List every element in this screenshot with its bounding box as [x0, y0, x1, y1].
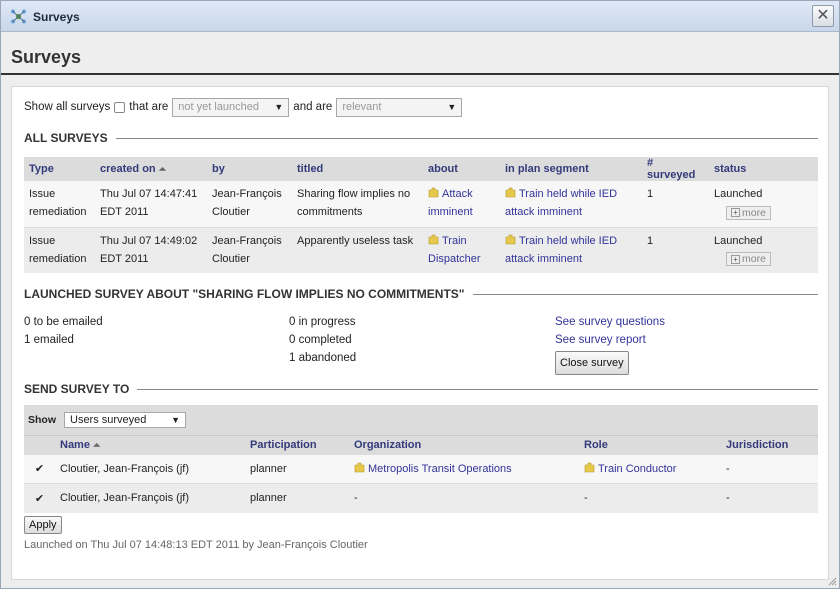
expand-icon: + — [731, 208, 740, 217]
about-link[interactable]: Train Dispatcher — [428, 234, 481, 265]
title-divider — [1, 73, 839, 75]
close-survey-button[interactable]: Close survey — [555, 351, 629, 375]
selected-checkbox[interactable]: ✔ — [35, 463, 44, 475]
show-all-checkbox[interactable] — [114, 101, 126, 113]
dropdown-arrow-icon: ▼ — [447, 102, 457, 112]
surveys-panel: Show all surveys that are not yet launch… — [11, 86, 829, 580]
all-surveys-table: Type created on ⏶ by titled about in pla… — [24, 157, 818, 273]
col-name[interactable]: Name ⏶ — [55, 435, 245, 455]
col-about[interactable]: about — [423, 157, 500, 181]
recipients-table: Name ⏶ Participation Organization Role J… — [24, 435, 818, 513]
plan-segment-link[interactable]: Train held while IED attack imminent — [505, 187, 617, 218]
progress-stats: 0 in progress 0 completed 1 abandoned — [289, 316, 357, 364]
col-organization[interactable]: Organization — [349, 435, 579, 455]
and-are-label: and are — [293, 101, 333, 113]
col-by[interactable]: by — [207, 157, 292, 181]
survey-actions: See survey questions See survey report C… — [555, 313, 665, 375]
puzzle-icon — [428, 234, 439, 244]
that-are-label: that are — [129, 101, 169, 113]
table-row[interactable]: Issue remediation Thu Jul 07 14:47:41 ED… — [24, 181, 818, 228]
col-jurisdiction[interactable]: Jurisdiction — [721, 435, 818, 455]
puzzle-icon — [584, 462, 595, 473]
launch-footer-note: Launched on Thu Jul 07 14:48:13 EDT 2011… — [24, 539, 368, 551]
show-filter-bar: Show Users surveyed ▼ — [24, 405, 818, 435]
dropdown-arrow-icon: ▼ — [274, 102, 284, 112]
see-survey-questions-link[interactable]: See survey questions — [555, 316, 665, 328]
about-link[interactable]: Attack imminent — [428, 187, 473, 218]
puzzle-icon — [354, 462, 365, 473]
puzzle-icon — [505, 234, 516, 244]
table-row[interactable]: Issue remediation Thu Jul 07 14:49:02 ED… — [24, 227, 818, 273]
table-header-row: Name ⏶ Participation Organization Role J… — [24, 435, 818, 455]
table-row[interactable]: ✔ Cloutier, Jean-François (jf) planner M… — [24, 454, 818, 484]
resize-grip-icon[interactable] — [827, 576, 837, 586]
expand-icon: + — [731, 254, 740, 264]
puzzle-icon — [505, 187, 516, 198]
users-show-select[interactable]: Users surveyed ▼ — [64, 412, 186, 428]
send-survey-heading: SEND SURVEY TO — [24, 382, 818, 396]
apply-button[interactable]: Apply — [24, 516, 62, 534]
col-created-on[interactable]: created on ⏶ — [95, 157, 207, 181]
col-titled[interactable]: titled — [292, 157, 423, 181]
col-plan-segment[interactable]: in plan segment — [500, 157, 642, 181]
relevance-select[interactable]: relevant ▼ — [336, 97, 463, 117]
more-button[interactable]: + more — [726, 205, 771, 220]
selected-checkbox[interactable]: ✔ — [35, 493, 44, 505]
status-select[interactable]: not yet launched ▼ — [172, 97, 290, 117]
launched-survey-heading: LAUNCHED SURVEY ABOUT "SHARING FLOW IMPL… — [24, 287, 818, 301]
survey-filter-row: Show all surveys that are not yet launch… — [24, 97, 463, 117]
col-type[interactable]: Type — [24, 157, 95, 181]
dropdown-arrow-icon: ▼ — [171, 415, 180, 425]
puzzle-icon — [428, 187, 439, 198]
role-link[interactable]: Train Conductor — [584, 462, 676, 475]
col-surveyed[interactable]: # surveyed — [642, 157, 709, 181]
organization-link[interactable]: Metropolis Transit Operations — [354, 462, 512, 475]
molecule-icon — [11, 9, 26, 24]
show-all-label: Show all surveys — [24, 101, 111, 113]
see-survey-report-link[interactable]: See survey report — [555, 334, 646, 346]
close-icon: ✕ — [816, 7, 830, 24]
all-surveys-heading: ALL SURVEYS — [24, 131, 818, 145]
plan-segment-link[interactable]: Train held while IED attack imminent — [505, 234, 617, 265]
email-stats: 0 to be emailed 1 emailed — [24, 316, 103, 346]
show-label: Show — [28, 414, 56, 426]
title-bar: Surveys ✕ — [1, 1, 839, 32]
page-title: Surveys — [11, 47, 82, 67]
table-header-row: Type created on ⏶ by titled about in pla… — [24, 157, 818, 181]
col-participation[interactable]: Participation — [245, 435, 349, 455]
surveys-window: Surveys ✕ Surveys Show all surveys that … — [0, 0, 840, 589]
col-status[interactable]: status — [709, 157, 818, 181]
col-role[interactable]: Role — [579, 435, 721, 455]
more-button[interactable]: + more — [726, 252, 771, 266]
close-button[interactable]: ✕ — [812, 5, 834, 27]
table-row[interactable]: ✔ Cloutier, Jean-François (jf) planner -… — [24, 483, 818, 513]
sort-ascending-icon: ⏶ — [93, 440, 101, 451]
window-title: Surveys — [33, 10, 80, 24]
sort-ascending-icon: ⏶ — [158, 164, 166, 174]
